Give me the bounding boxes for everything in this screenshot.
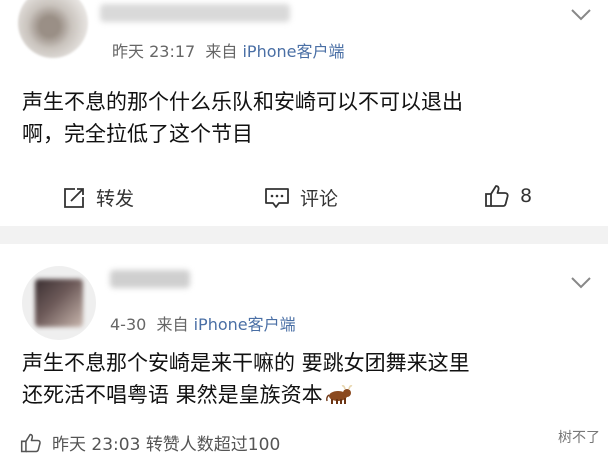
post-time: 昨天 23:17 [112, 42, 196, 61]
post-body: 声生不息那个安崎是来干嘛的 要跳女团舞来这里 还死活不唱粤语 果然是皇族资本 [22, 347, 470, 411]
post-source: iPhone客户端 [242, 42, 345, 61]
post-line: 声生不息那个安崎是来干嘛的 要跳女团舞来这里 [22, 351, 470, 375]
username-blurred[interactable] [110, 270, 190, 288]
source-prefix: 来自 [205, 42, 238, 61]
post-line: 声生不息的那个什么乐队和安崎可以不可以退出 [22, 90, 463, 114]
avatar[interactable] [18, 0, 88, 58]
post-line-text: 还死活不唱粤语 果然是皇族资本 [22, 383, 323, 407]
footer-time: 昨天 23:03 [52, 435, 141, 455]
like-count: 8 [520, 185, 533, 207]
watermark: 树不了 [558, 430, 600, 446]
post-body: 声生不息的那个什么乐队和安崎可以不可以退出 啊，完全拉低了这个节目 [22, 86, 463, 150]
repost-label: 转发 [96, 188, 135, 210]
post-line-2: 还死活不唱粤语 果然是皇族资本 [22, 379, 470, 411]
comment-label: 评论 [300, 188, 339, 210]
post-time: 4-30 [110, 315, 147, 334]
source-prefix: 来自 [156, 315, 189, 334]
like-button[interactable]: 8 [484, 184, 532, 208]
repost-button[interactable]: 转发 [62, 184, 134, 211]
section-divider [0, 226, 608, 244]
thumbs-up-icon[interactable] [20, 432, 42, 454]
bull-emoji-icon [325, 385, 353, 404]
post-meta: 4-30 来自 iPhone客户端 [110, 311, 296, 335]
action-bar: 转发 评论 8 [0, 178, 608, 214]
post-line: 啊，完全拉低了这个节目 [22, 122, 253, 146]
username-blurred[interactable] [100, 4, 290, 22]
chevron-down-icon[interactable] [570, 8, 592, 22]
repost-icon [64, 187, 84, 208]
post-meta: 昨天 23:17 来自 iPhone客户端 [112, 38, 345, 62]
comment-card-1: 昨天 23:17 来自 iPhone客户端 声生不息的那个什么乐队和安崎可以不可… [0, 0, 608, 226]
comment-card-2: 4-30 来自 iPhone客户端 声生不息那个安崎是来干嘛的 要跳女团舞来这里… [0, 244, 608, 461]
avatar[interactable] [22, 266, 96, 340]
post-source: iPhone客户端 [193, 315, 296, 334]
comment-button[interactable]: 评论 [264, 184, 338, 211]
chevron-down-icon[interactable] [570, 276, 592, 290]
footer-text: 转赞人数超过100 [145, 435, 281, 455]
thumbs-up-icon [485, 185, 509, 207]
comment-icon [265, 187, 289, 208]
post-footer: 昨天 23:03 转赞人数超过100 [20, 430, 280, 455]
